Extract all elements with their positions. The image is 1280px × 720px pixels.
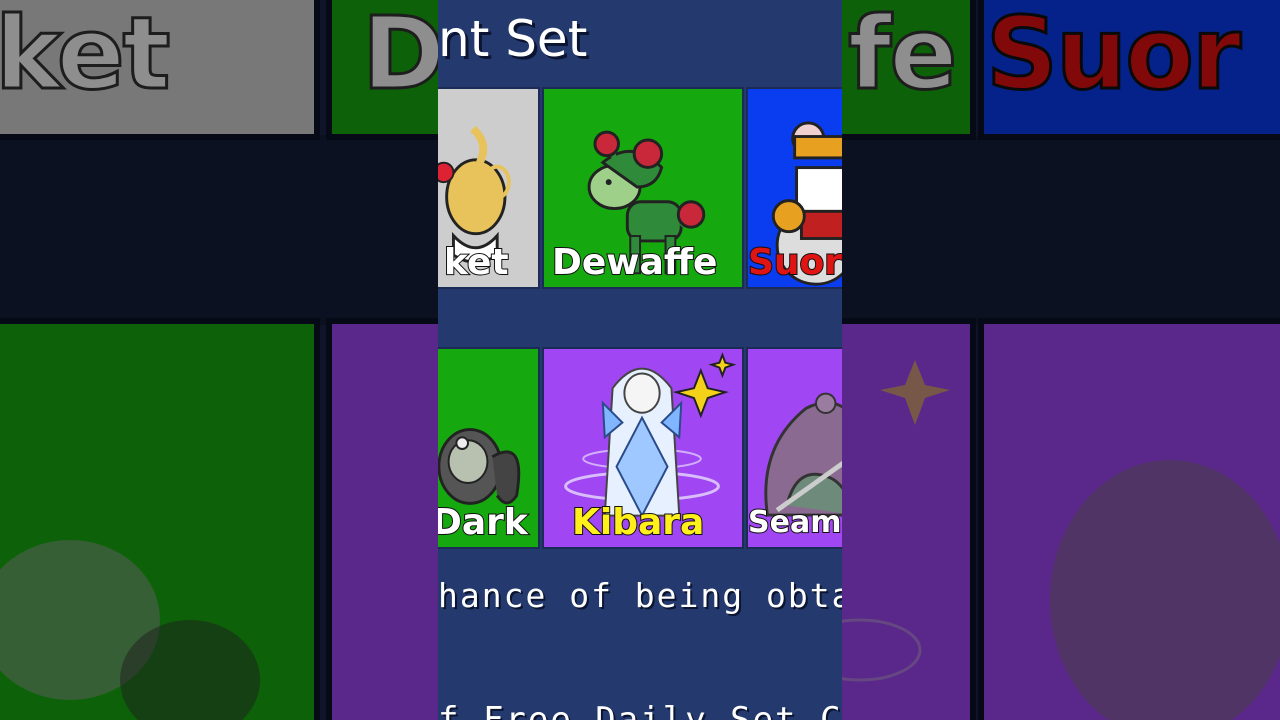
character-card[interactable]: Kibara bbox=[542, 347, 744, 549]
panel-title: nt Set bbox=[438, 10, 588, 68]
daily-set-text: f Free Daily Set Ch bbox=[438, 700, 842, 720]
card-name: Dewaffe bbox=[551, 242, 718, 284]
character-card[interactable]: Seam bbox=[746, 347, 842, 549]
card-name: Kibara bbox=[571, 502, 705, 544]
character-card[interactable]: Suor bbox=[746, 87, 842, 289]
drop-chance-text: hance of being obtain bbox=[438, 576, 842, 615]
character-card[interactable]: Dark bbox=[438, 347, 540, 549]
card-name: ket bbox=[443, 242, 510, 284]
banner-panel: nt Set ket Dewaffe Suor Dark Kibara Seam… bbox=[438, 0, 842, 720]
character-card[interactable]: ket bbox=[438, 87, 540, 289]
card-row-2: Dark Kibara Seam bbox=[438, 347, 842, 551]
character-card[interactable]: Dewaffe bbox=[542, 87, 744, 289]
card-name: Dark bbox=[438, 502, 529, 544]
card-name: Suor bbox=[748, 242, 842, 284]
card-row-1: ket Dewaffe Suor bbox=[438, 87, 842, 291]
card-name: Seam bbox=[748, 504, 842, 541]
